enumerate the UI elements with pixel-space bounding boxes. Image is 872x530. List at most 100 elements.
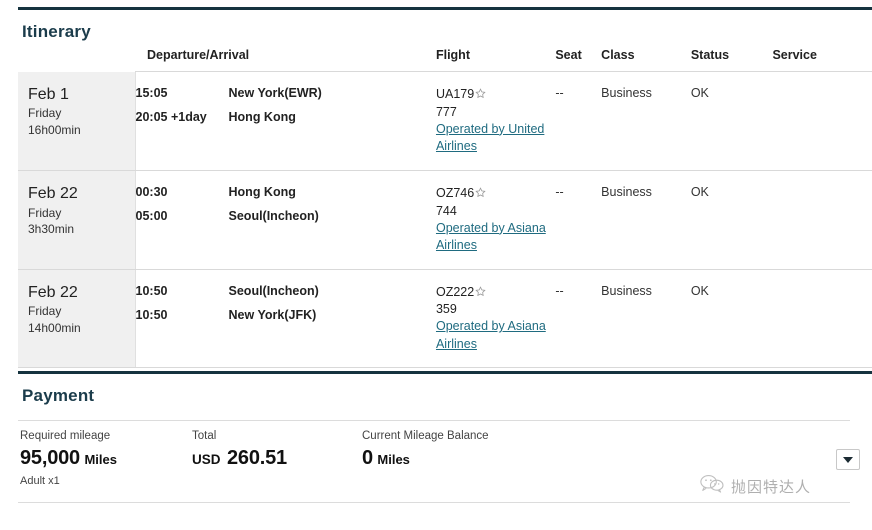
expand-details-button[interactable] — [836, 449, 860, 470]
arrival-leg: 20:05 +1day Hong Kong — [136, 110, 436, 124]
arrival-time: 20:05 +1day — [135, 110, 207, 124]
aircraft-type: 744 — [435, 203, 457, 218]
operated-by-link[interactable]: Operated by Asiana Airlines — [436, 221, 546, 253]
seat-value: -- — [555, 86, 564, 100]
payment-divider-bottom — [18, 502, 850, 503]
required-mileage-value: 95,000 Miles — [20, 447, 117, 470]
flight-duration: 14h00min — [28, 320, 81, 335]
departure-leg: 15:05 New York(EWR) — [136, 86, 436, 100]
arrival-airport: Hong Kong — [228, 110, 296, 124]
class-cell: Business — [601, 170, 691, 270]
departure-arrival-cell: 00:30 Hong Kong 05:00 Seoul(Incheon) — [135, 170, 436, 270]
column-header-seat: Seat — [555, 48, 602, 72]
flight-date: Feb 22 — [28, 184, 78, 202]
departure-airport: New York(EWR) — [228, 86, 322, 100]
departure-leg: 10:50 Seoul(Incheon) — [136, 284, 436, 298]
current-mileage-balance-unit: Miles — [377, 452, 410, 467]
current-mileage-balance-amount: 0 — [362, 447, 373, 469]
payment-section-title: Payment — [22, 386, 95, 405]
flight-cell: UA179 777 Operated by United Airlines — [435, 71, 556, 171]
flight-date-cell: Feb 1 Friday 16h00min — [18, 71, 136, 171]
status-cell: OK — [690, 170, 773, 270]
aircraft-type: 777 — [435, 104, 457, 119]
star-icon[interactable] — [475, 87, 486, 104]
class-cell: Business — [601, 269, 691, 369]
status-value: OK — [690, 283, 709, 298]
arrival-time: 10:50 — [135, 307, 168, 322]
operated-by-link[interactable]: Operated by United Airlines — [436, 122, 544, 154]
required-mileage-label: Required mileage — [20, 430, 111, 442]
operated-by-link[interactable]: Operated by Asiana Airlines — [436, 319, 546, 351]
column-header-class: Class — [601, 48, 691, 72]
flight-cell: OZ222 359 Operated by Asiana Airlines — [435, 269, 556, 369]
payment-divider-top — [18, 420, 850, 421]
service-cell — [772, 170, 872, 270]
table-row: Feb 1 Friday 16h00min 15:05 New York(EWR… — [18, 71, 872, 171]
total-label: Total — [192, 430, 217, 442]
status-value: OK — [690, 86, 709, 100]
chevron-down-icon — [843, 456, 853, 463]
class-value: Business — [601, 86, 652, 100]
booking-confirmation-page: Itinerary Departure/Arrival Flight Seat … — [0, 0, 872, 530]
column-header-date — [18, 48, 135, 72]
itinerary-table: Departure/Arrival Flight Seat Class Stat… — [18, 48, 872, 369]
departure-arrival-cell: 10:50 Seoul(Incheon) 10:50 New York(JFK) — [135, 269, 436, 369]
flight-date-cell: Feb 22 Friday 14h00min — [18, 269, 136, 369]
seat-value: -- — [555, 283, 564, 298]
arrival-time: 05:00 — [135, 208, 168, 223]
total-value: USD 260.51 — [192, 447, 287, 470]
watermark-text: 抛因特达人 — [731, 477, 812, 496]
flight-cell: OZ746 744 Operated by Asiana Airlines — [435, 170, 556, 270]
class-cell: Business — [601, 71, 691, 171]
passenger-count: Adult x1 — [20, 475, 60, 487]
departure-time: 10:50 — [135, 283, 168, 298]
total-currency: USD — [192, 452, 221, 467]
flight-weekday: Friday — [28, 106, 62, 121]
flight-date: Feb 1 — [28, 85, 69, 103]
seat-cell: -- — [555, 170, 602, 270]
arrival-leg: 05:00 Seoul(Incheon) — [136, 209, 436, 223]
column-header-service: Service — [772, 48, 872, 72]
arrival-airport: Seoul(Incheon) — [228, 208, 319, 223]
payment-top-rule — [18, 371, 872, 374]
star-icon[interactable] — [475, 285, 486, 302]
flight-date-cell: Feb 22 Friday 3h30min — [18, 170, 136, 270]
total-block: Total USD 260.51 — [192, 430, 287, 470]
watermark: 抛因特达人 — [700, 474, 811, 498]
departure-arrival-cell: 15:05 New York(EWR) 20:05 +1day Hong Kon… — [135, 71, 436, 171]
required-mileage-unit: Miles — [84, 452, 117, 467]
class-value: Business — [601, 184, 652, 199]
departure-time: 15:05 — [135, 86, 168, 100]
flight-number-line: OZ746 — [436, 185, 555, 203]
table-row: Feb 22 Friday 14h00min 10:50 Seoul(Inche… — [18, 269, 872, 369]
status-cell: OK — [690, 71, 773, 171]
departure-leg: 00:30 Hong Kong — [136, 185, 436, 199]
status-value: OK — [690, 184, 709, 199]
flight-number: UA179 — [435, 87, 475, 101]
current-mileage-balance-label: Current Mileage Balance — [362, 430, 489, 442]
itinerary-section-title: Itinerary — [22, 22, 91, 41]
departure-airport: Seoul(Incheon) — [228, 283, 319, 298]
column-header-status: Status — [690, 48, 773, 72]
flight-duration: 16h00min — [28, 122, 81, 137]
flight-number-line: OZ222 — [436, 284, 555, 302]
flight-number-line: UA179 — [436, 86, 555, 104]
flight-weekday: Friday — [28, 304, 62, 319]
star-icon[interactable] — [475, 186, 486, 203]
arrival-airport: New York(JFK) — [228, 307, 317, 322]
seat-cell: -- — [555, 71, 602, 171]
wechat-icon — [700, 474, 724, 498]
itinerary-table-header-row: Departure/Arrival Flight Seat Class Stat… — [18, 48, 872, 72]
arrival-leg: 10:50 New York(JFK) — [136, 308, 436, 322]
departure-time: 00:30 — [135, 184, 168, 199]
flight-weekday: Friday — [28, 205, 62, 220]
departure-airport: Hong Kong — [228, 184, 296, 199]
flight-number: OZ222 — [435, 284, 475, 299]
column-header-departure-arrival: Departure/Arrival — [135, 48, 436, 72]
total-amount: 260.51 — [226, 447, 287, 469]
class-value: Business — [601, 283, 652, 298]
current-mileage-balance-value: 0 Miles — [362, 447, 489, 470]
service-cell — [772, 269, 872, 369]
service-cell — [772, 71, 872, 171]
status-cell: OK — [690, 269, 773, 369]
